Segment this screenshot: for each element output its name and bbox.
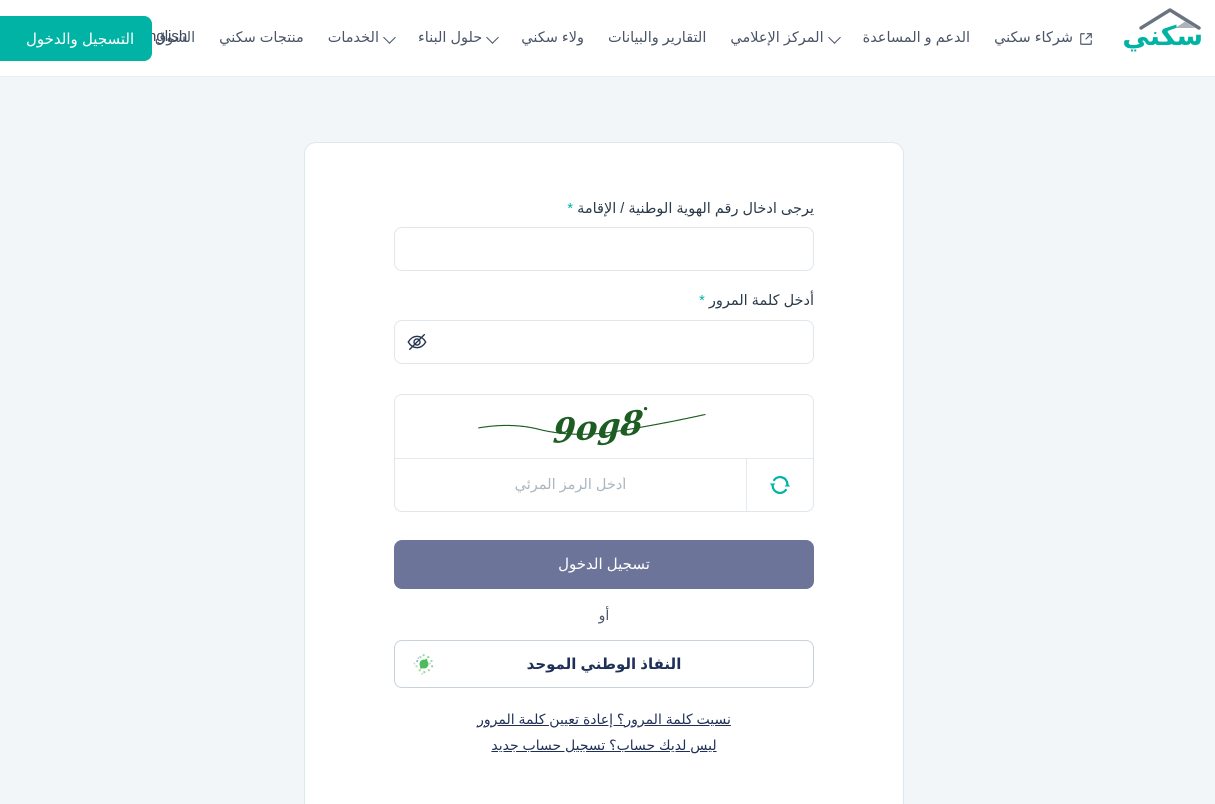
eye-slash-icon[interactable] (405, 330, 429, 354)
login-card: يرجى ادخال رقم الهوية الوطنية / الإقامة … (304, 142, 904, 804)
captcha-container: 9og8 (394, 393, 814, 512)
nav-item-sakani-products[interactable]: منتجات سكني (207, 0, 316, 77)
register-login-button[interactable]: التسجيل والدخول (0, 16, 153, 61)
nav-item-label: حلول البناء (417, 30, 483, 47)
page-body: يرجى ادخال رقم الهوية الوطنية / الإقامة … (0, 77, 1215, 804)
chevron-down-icon (383, 30, 396, 44)
refresh-icon (769, 475, 791, 494)
nav-item-label: الخدمات (327, 30, 379, 47)
sakani-wordmark: سكني (1122, 21, 1203, 51)
captcha-input-row (395, 458, 813, 511)
national-id-input[interactable] (395, 228, 813, 271)
helper-links: نسيت كلمة المرور؟ إعادة تعيين كلمة المرو… (394, 711, 814, 754)
svg-text:9og8: 9og8 (552, 403, 645, 452)
national-id-input-wrapper[interactable] (394, 227, 814, 272)
required-asterisk: * (567, 201, 574, 217)
nav-item-label: ولاء سكني (521, 30, 584, 47)
sakani-logo[interactable]: سكني (1105, 6, 1205, 64)
password-input[interactable] (395, 320, 813, 363)
nav-item-services[interactable]: الخدمات (316, 0, 406, 77)
create-account-link[interactable]: ليس لديك حساب؟ تسجيل حساب جديد (394, 737, 814, 754)
nafath-burst-icon (413, 654, 434, 675)
password-label-text: أدخل كلمة المرور (708, 293, 814, 310)
nav-item-label: منتجات سكني (219, 30, 304, 47)
chevron-down-icon (827, 30, 841, 44)
captcha-input[interactable] (395, 458, 746, 511)
nav-item-support[interactable]: الدعم و المساعدة (851, 0, 982, 77)
nav-item-label: التقارير والبيانات (608, 30, 707, 47)
nav-items: شركاء سكني الدعم و المساعدة المركز الإعل… (93, 0, 1105, 77)
password-label: أدخل كلمة المرور * (394, 293, 814, 310)
required-asterisk: * (699, 293, 705, 310)
nav-item-media-center[interactable]: المركز الإعلامي (718, 0, 850, 77)
external-link-icon (1080, 32, 1092, 45)
nav-item-label: المركز الإعلامي (730, 30, 824, 47)
nafath-button-label: النفاذ الوطني الموحد (526, 655, 682, 673)
captcha-refresh-button[interactable] (746, 458, 813, 511)
forgot-password-link[interactable]: نسيت كلمة المرور؟ إعادة تعيين كلمة المرو… (394, 711, 814, 728)
nav-item-reports-data[interactable]: التقارير والبيانات (596, 0, 718, 77)
login-submit-button[interactable]: تسجيل الدخول (394, 539, 814, 589)
national-id-label: يرجى ادخال رقم الهوية الوطنية / الإقامة … (394, 201, 814, 218)
nav-item-partners[interactable]: شركاء سكني (982, 0, 1105, 77)
chevron-down-icon (486, 30, 500, 44)
nav-item-building-solutions[interactable]: حلول البناء (406, 0, 509, 77)
or-divider-label: أو (598, 606, 610, 623)
password-input-wrapper[interactable] (394, 319, 814, 364)
national-id-label-text: يرجى ادخال رقم الهوية الوطنية / الإقامة (577, 201, 814, 217)
top-navbar: سكني شركاء سكني الدعم و المساعدة المركز … (0, 0, 1215, 77)
nafath-login-button[interactable]: النفاذ الوطني الموحد (394, 639, 814, 688)
nav-item-label: الدعم و المساعدة (862, 30, 971, 47)
captcha-distorted-text-icon: 9og8 (478, 403, 706, 452)
captcha-input-wrapper[interactable] (395, 458, 746, 511)
nav-item-label: شركاء سكني (994, 30, 1073, 47)
captcha-image: 9og8 (395, 394, 813, 459)
nav-item-sakani-loyalty[interactable]: ولاء سكني (509, 0, 596, 77)
